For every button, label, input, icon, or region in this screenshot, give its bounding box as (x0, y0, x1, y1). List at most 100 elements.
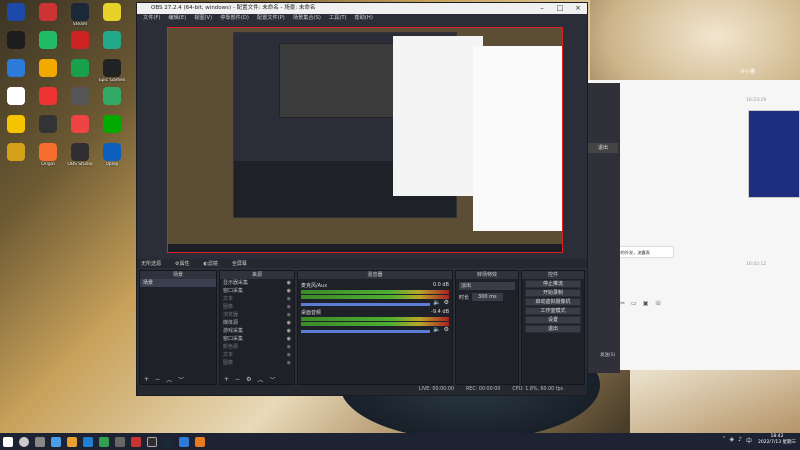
obs-icon[interactable] (147, 436, 157, 447)
obs-preview[interactable] (167, 27, 563, 253)
menu-item[interactable]: 帮助(H) (355, 14, 373, 23)
control-button[interactable]: 启动虚拟摄像机 (525, 298, 581, 306)
source-item[interactable]: 文本 ◉ (220, 351, 294, 359)
desktop-icon[interactable]: Steam (66, 3, 94, 27)
remove-icon[interactable]: − (155, 376, 160, 383)
minimize-button[interactable]: – (533, 3, 551, 14)
desktop-icon[interactable] (2, 87, 30, 106)
desktop-icon[interactable]: Uplay (98, 143, 126, 167)
chevron-up-icon[interactable]: ˄ (723, 436, 726, 445)
add-icon[interactable]: + (144, 376, 149, 383)
desktop-icon[interactable] (34, 59, 62, 78)
steam-icon[interactable] (163, 436, 173, 447)
desktop-icon[interactable]: OBS Studio (66, 143, 94, 167)
maximize-button[interactable]: □ (551, 3, 569, 14)
eye-icon[interactable]: ◉ (287, 351, 291, 359)
eye-icon[interactable]: ◉ (287, 303, 291, 311)
desktop-icon[interactable] (34, 31, 62, 50)
app-icon[interactable] (131, 436, 141, 447)
control-button[interactable]: 开始录制 (525, 289, 581, 297)
transition-select[interactable]: 淡出 (459, 282, 515, 290)
clock[interactable]: 18:42 2022/7/13 星期三 (758, 434, 796, 446)
filters-button[interactable]: ◐滤镜 (204, 260, 218, 267)
eye-icon[interactable]: ◉ (287, 335, 291, 343)
app-icon[interactable] (179, 436, 189, 447)
menu-item[interactable]: 场景集合(S) (293, 14, 321, 23)
windows-start-icon[interactable] (3, 436, 13, 447)
desktop-icon[interactable] (66, 59, 94, 78)
desktop-icon[interactable] (66, 31, 94, 50)
source-item[interactable]: 文本 ◉ (220, 295, 294, 303)
desktop-icon[interactable] (98, 115, 126, 134)
app-icon[interactable] (115, 436, 125, 447)
desktop-icon[interactable] (98, 31, 126, 50)
speaker-icon[interactable]: 🔈 (433, 326, 440, 333)
desktop-icon[interactable] (98, 3, 126, 22)
control-button[interactable]: 停止推流 (525, 280, 581, 288)
search-icon[interactable] (19, 436, 29, 447)
eye-icon[interactable]: ◉ (287, 295, 291, 303)
up-icon[interactable]: ︿ (166, 375, 172, 384)
gear-icon[interactable]: ⚙ (246, 376, 251, 383)
menu-item[interactable]: 配置文件(P) (257, 14, 285, 23)
source-item[interactable]: 图像 ◉ (220, 303, 294, 311)
desktop-icon[interactable] (66, 115, 94, 134)
eye-icon[interactable]: ◉ (287, 359, 291, 367)
source-item[interactable]: 图像 ◉ (220, 359, 294, 367)
desktop-icon[interactable] (2, 59, 30, 78)
source-item[interactable]: 游戏采集 ◉ (220, 327, 294, 335)
eye-icon[interactable]: ◉ (287, 287, 291, 295)
control-button[interactable]: 设置 (525, 316, 581, 324)
app-icon[interactable] (99, 436, 109, 447)
desktop-icon[interactable] (2, 31, 30, 50)
network-icon[interactable]: ◈ (730, 436, 735, 445)
task-view-icon[interactable] (35, 436, 45, 447)
chat-image-thumbnail[interactable] (748, 110, 800, 198)
phone-icon[interactable]: ☏ (654, 300, 662, 307)
source-item[interactable]: 窗口采集 ◉ (220, 335, 294, 343)
add-icon[interactable]: + (224, 376, 229, 383)
control-button[interactable]: 退出 (525, 325, 581, 333)
menu-item[interactable]: 停靠部件(D) (220, 14, 249, 23)
app-icon[interactable] (51, 436, 61, 447)
remove-icon[interactable]: − (235, 376, 240, 383)
eye-icon[interactable]: ◉ (287, 311, 291, 319)
source-item[interactable]: 显示器采集 ◉ (220, 279, 294, 287)
up-icon[interactable]: ︿ (257, 375, 263, 384)
scene-item[interactable]: 场景 (140, 279, 216, 287)
source-item[interactable]: 媒体源 ◉ (220, 319, 294, 327)
volume-icon[interactable]: ♪ (738, 436, 742, 445)
speaker-icon[interactable]: 🔈 (433, 299, 440, 306)
app-icon[interactable] (195, 436, 205, 447)
down-icon[interactable]: ﹀ (269, 375, 275, 384)
volume-slider[interactable] (301, 302, 431, 306)
folder-icon[interactable] (67, 436, 77, 447)
desktop-icon[interactable]: Origin (34, 143, 62, 167)
chat-exit-button[interactable]: 退出 (588, 143, 618, 153)
menu-item[interactable]: 编辑(E) (168, 14, 186, 23)
eye-icon[interactable]: ◉ (287, 319, 291, 327)
desktop-icon[interactable] (2, 143, 30, 162)
desktop-icon[interactable] (2, 3, 30, 22)
desktop-icon[interactable]: Epic Games (98, 59, 126, 83)
volume-slider[interactable] (301, 329, 431, 333)
image-icon[interactable]: ▣ (643, 300, 649, 307)
eye-icon[interactable]: ◉ (287, 343, 291, 351)
folder-icon[interactable]: ▭ (631, 300, 637, 307)
close-button[interactable]: × (569, 3, 587, 14)
duration-input[interactable]: 300 ms (472, 293, 503, 301)
desktop-icon[interactable] (66, 87, 94, 106)
obs-title-bar[interactable]: OBS 27.2.4 (64-bit, windows) - 配置文件: 未命名… (137, 3, 587, 14)
source-item[interactable]: 窗口采集 ◉ (220, 287, 294, 295)
properties-button[interactable]: ⚙属性 (175, 260, 190, 267)
obs-window[interactable]: OBS 27.2.4 (64-bit, windows) - 配置文件: 未命名… (136, 2, 588, 396)
eye-icon[interactable]: ◉ (287, 327, 291, 335)
source-item[interactable]: 浏览器 ◉ (220, 311, 294, 319)
desktop-icon[interactable] (34, 87, 62, 106)
desktop-icon[interactable] (34, 3, 62, 22)
ime-icon[interactable]: 中 (746, 436, 752, 445)
eye-icon[interactable]: ◉ (287, 279, 291, 287)
app-icon[interactable] (83, 436, 93, 447)
source-item[interactable]: 颜色源 ◉ (220, 343, 294, 351)
desktop-icon[interactable] (98, 87, 126, 106)
